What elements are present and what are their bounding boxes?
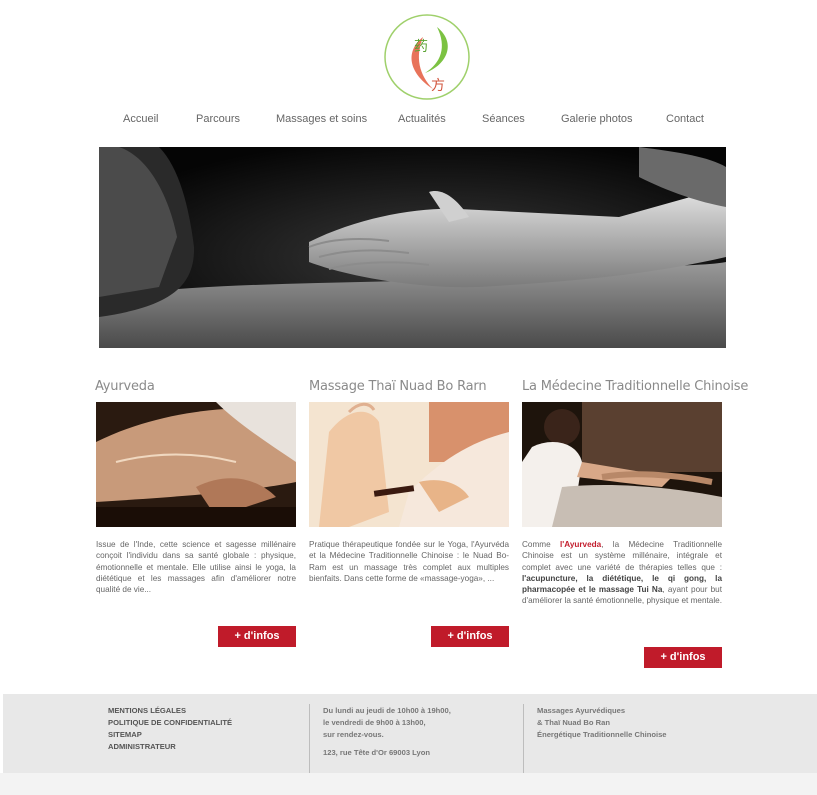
main-nav: Accueil Parcours Massages et soins Actua… bbox=[0, 113, 817, 127]
footer-link-politique-confidentialite[interactable]: POLITIQUE DE CONFIDENTIALITÉ bbox=[108, 717, 232, 729]
footer-hours-line: le vendredi de 9h00 à 13h00, bbox=[323, 718, 426, 727]
mtc-text-part-a: Comme bbox=[522, 540, 560, 549]
nav-item-galerie[interactable]: Galerie photos bbox=[561, 113, 633, 125]
footer-hours: Du lundi au jeudi de 10h00 à 19h00, le v… bbox=[323, 705, 451, 759]
column-title-ayurveda: Ayurveda bbox=[95, 379, 155, 394]
nav-item-actualites[interactable]: Actualités bbox=[398, 113, 446, 125]
footer-divider bbox=[523, 704, 524, 774]
column-image-ayurveda bbox=[96, 402, 296, 527]
massage-thai-more-info-button[interactable]: + d'infos bbox=[431, 626, 509, 647]
column-text-mtc: Comme l'Ayurveda, la Médecine Traditionn… bbox=[522, 539, 722, 607]
footer-hours-line: Du lundi au jeudi de 10h00 à 19h00, bbox=[323, 706, 451, 715]
column-image-mtc bbox=[522, 402, 722, 527]
footer-divider bbox=[309, 704, 310, 774]
nav-item-seances[interactable]: Séances bbox=[482, 113, 525, 125]
column-image-massage-thai bbox=[309, 402, 509, 527]
mtc-text-highlight: l'Ayurveda bbox=[559, 540, 602, 549]
ayurveda-more-info-button[interactable]: + d'infos bbox=[218, 626, 296, 647]
logo-icon: 药 方 bbox=[384, 14, 470, 100]
footer-link-administrateur[interactable]: ADMINISTRATEUR bbox=[108, 741, 232, 753]
footer-link-mentions-legales[interactable]: MENTIONS LÉGALES bbox=[108, 705, 232, 717]
footer-address: 123, rue Tête d'Or 69003 Lyon bbox=[323, 748, 431, 757]
column-text-ayurveda: Issue de l'Inde, cette science et sagess… bbox=[96, 540, 296, 595]
footer-services: Massages Ayurvédiques & Thaï Nuad Bo Ran… bbox=[537, 705, 667, 741]
nav-item-massages[interactable]: Massages et soins bbox=[276, 113, 367, 125]
svg-text:药: 药 bbox=[414, 39, 428, 55]
footer-bottom-strip bbox=[0, 773, 817, 795]
footer-service-item: & Thaï Nuad Bo Ran bbox=[537, 718, 610, 727]
nav-item-accueil[interactable]: Accueil bbox=[123, 113, 158, 125]
hero-banner-image bbox=[99, 147, 726, 348]
column-title-massage-thai: Massage Thaï Nuad Bo Rarn bbox=[309, 379, 487, 394]
nav-item-contact[interactable]: Contact bbox=[666, 113, 704, 125]
footer-hours-line: sur rendez-vous. bbox=[323, 730, 384, 739]
column-text-massage-thai: Pratique thérapeutique fondée sur le Yog… bbox=[309, 540, 509, 583]
footer-service-item: Massages Ayurvédiques bbox=[537, 706, 626, 715]
footer-service-item: Énergétique Traditionnelle Chinoise bbox=[537, 730, 667, 739]
footer-link-sitemap[interactable]: SITEMAP bbox=[108, 729, 232, 741]
column-title-mtc: La Médecine Traditionnelle Chinoise bbox=[522, 379, 749, 394]
svg-text:方: 方 bbox=[431, 78, 445, 94]
nav-item-parcours[interactable]: Parcours bbox=[196, 113, 240, 125]
mtc-more-info-button[interactable]: + d'infos bbox=[644, 647, 722, 668]
footer-links: MENTIONS LÉGALES POLITIQUE DE CONFIDENTI… bbox=[108, 705, 232, 753]
footer: MENTIONS LÉGALES POLITIQUE DE CONFIDENTI… bbox=[3, 694, 817, 774]
site-logo[interactable]: 药 方 bbox=[383, 13, 471, 101]
